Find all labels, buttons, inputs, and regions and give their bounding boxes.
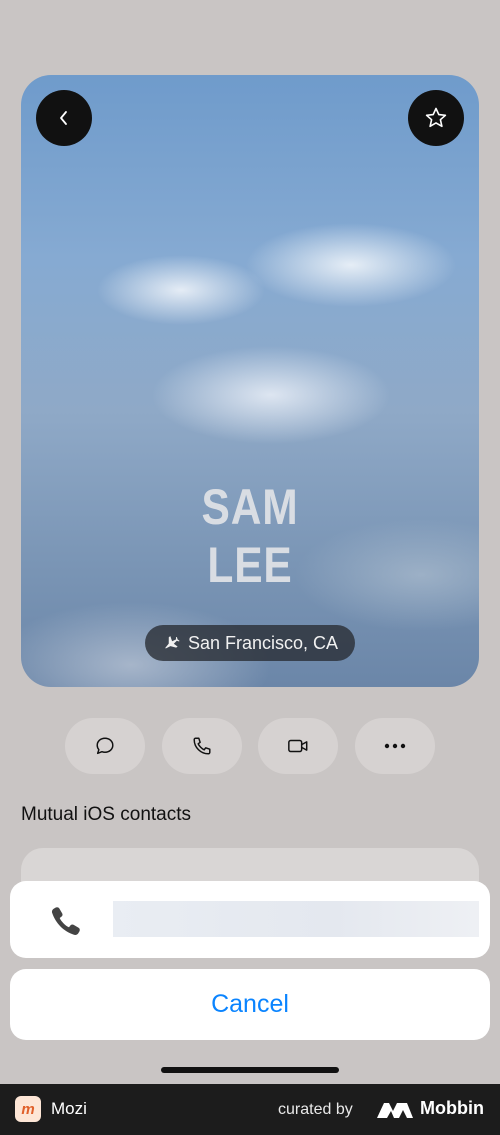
call-button[interactable] bbox=[162, 718, 242, 774]
chevron-left-icon bbox=[60, 111, 67, 125]
more-icon bbox=[384, 743, 406, 749]
attribution-footer: m Mozi curated by Mobbin bbox=[0, 1084, 500, 1135]
video-icon bbox=[288, 739, 308, 753]
location-label: San Francisco, CA bbox=[187, 632, 339, 653]
cancel-button[interactable]: Cancel bbox=[10, 969, 490, 1040]
app-name: Mozi bbox=[51, 1099, 87, 1118]
contact-first-name: SAM bbox=[201, 479, 299, 535]
phone-icon bbox=[51, 907, 80, 936]
profile-cover-card bbox=[21, 75, 479, 687]
mozi-logo-letter: m bbox=[21, 1100, 35, 1118]
favorite-button[interactable] bbox=[408, 90, 464, 146]
mutual-contacts-title: Mutual iOS contacts bbox=[21, 804, 192, 825]
mobbin-logo-icon bbox=[377, 1103, 413, 1118]
cancel-label: Cancel bbox=[211, 990, 289, 1018]
home-indicator bbox=[161, 1067, 339, 1073]
more-button[interactable] bbox=[355, 718, 435, 774]
contact-last-name: LEE bbox=[207, 537, 293, 593]
mozi-logo: m bbox=[15, 1096, 41, 1122]
phone-option-row[interactable] bbox=[10, 881, 490, 958]
video-call-button[interactable] bbox=[258, 718, 338, 774]
star-icon bbox=[425, 107, 447, 128]
message-button[interactable] bbox=[65, 718, 145, 774]
message-icon bbox=[96, 737, 114, 755]
back-button[interactable] bbox=[36, 90, 92, 146]
action-bar bbox=[0, 718, 500, 774]
location-badge: San Francisco, CA bbox=[145, 625, 355, 661]
phone-number-placeholder bbox=[113, 901, 479, 937]
airplane-icon bbox=[165, 636, 180, 649]
mobbin-brand: Mobbin bbox=[420, 1098, 484, 1118]
curated-by-label: curated by bbox=[278, 1101, 353, 1118]
phone-icon bbox=[193, 737, 211, 755]
